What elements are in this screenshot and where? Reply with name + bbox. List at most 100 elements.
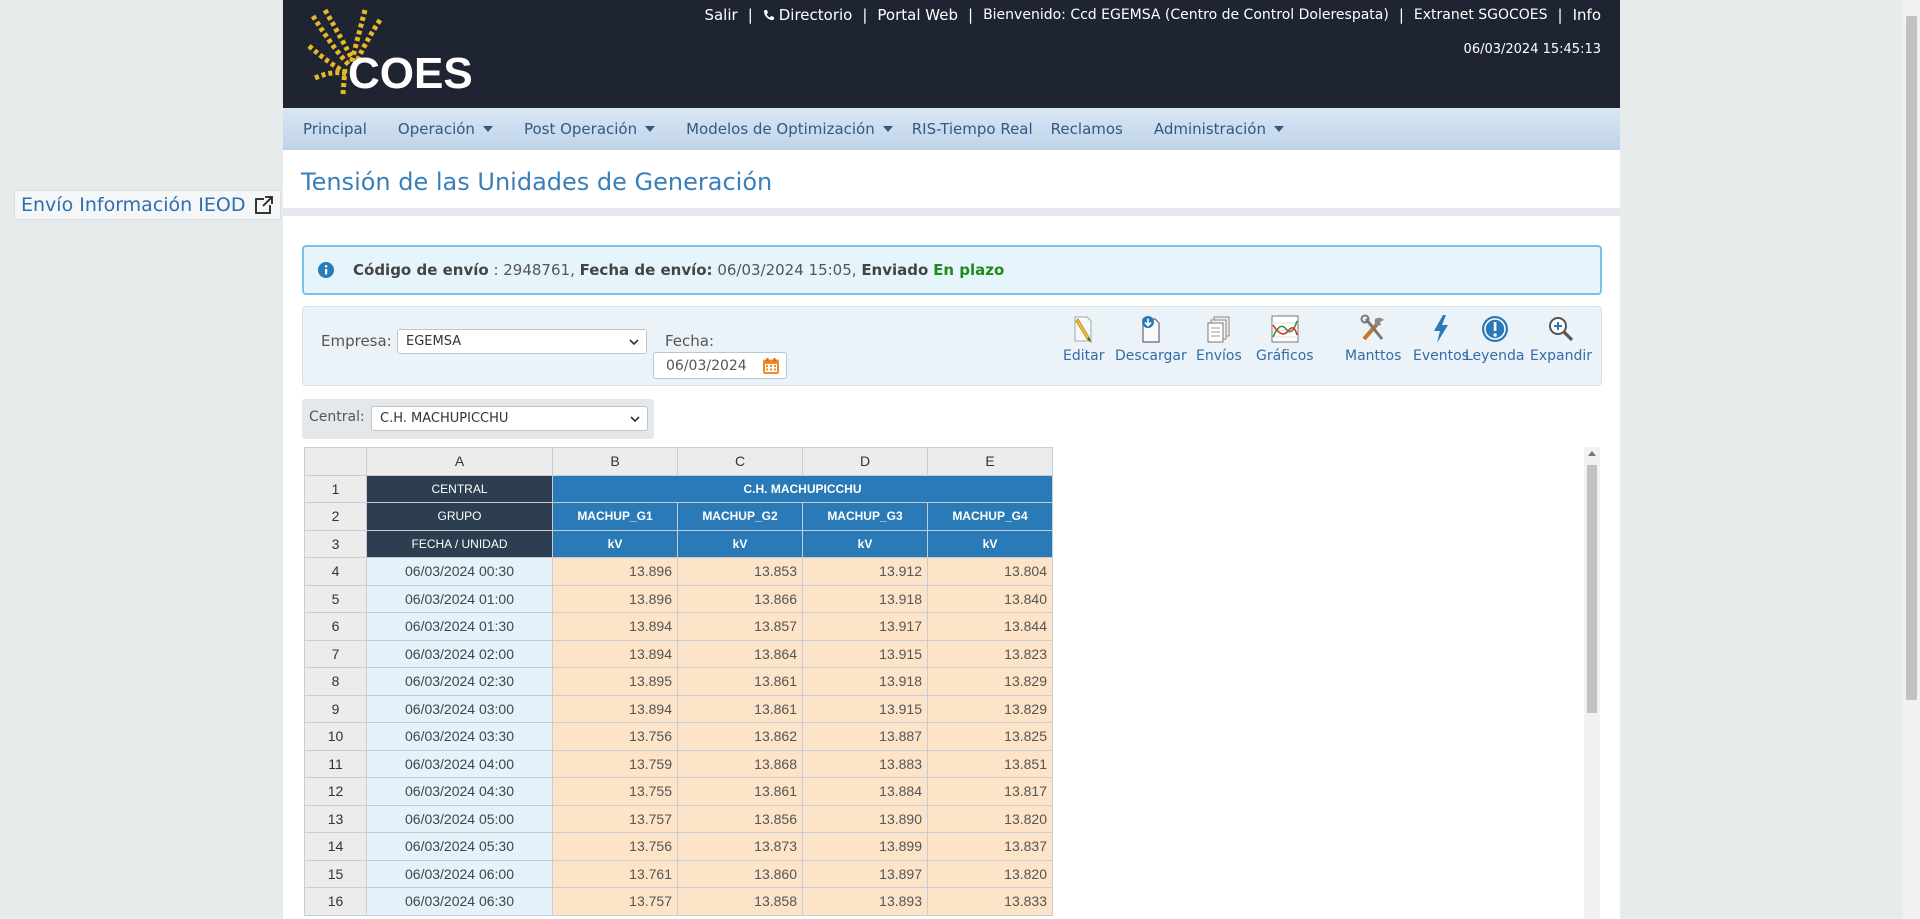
cell-date[interactable]: 06/03/2024 00:30	[366, 557, 553, 586]
cell-value[interactable]: 13.804	[927, 557, 1053, 586]
cell-unit[interactable]: kV	[677, 529, 803, 558]
cell-value[interactable]: 13.915	[802, 639, 928, 668]
column-header[interactable]: E	[927, 447, 1053, 476]
row-number[interactable]: 7	[304, 639, 367, 668]
menu-post-operacion[interactable]: Post Operación	[504, 120, 666, 138]
envios-button[interactable]: Envíos	[1196, 313, 1242, 364]
column-header[interactable]: C	[677, 447, 803, 476]
cell-value[interactable]: 13.829	[927, 667, 1053, 696]
directorio-link[interactable]: Directorio	[763, 6, 852, 24]
cell-value[interactable]: 13.759	[552, 749, 678, 778]
cell-value[interactable]: 13.887	[802, 722, 928, 751]
column-header[interactable]: A	[366, 447, 553, 476]
cell-value[interactable]: 13.837	[927, 832, 1053, 861]
corner-cell[interactable]	[304, 447, 367, 476]
row-number[interactable]: 4	[304, 557, 367, 586]
cell-value[interactable]: 13.873	[677, 832, 803, 861]
cell-value[interactable]: 13.862	[677, 722, 803, 751]
coes-logo[interactable]: COES	[305, 6, 485, 102]
cell-value[interactable]: 13.861	[677, 777, 803, 806]
row-number[interactable]: 3	[304, 529, 367, 558]
cell-value[interactable]: 13.868	[677, 749, 803, 778]
row-number[interactable]: 12	[304, 777, 367, 806]
cell-value[interactable]: 13.866	[677, 584, 803, 613]
cell-value[interactable]: 13.820	[927, 804, 1053, 833]
cell-value[interactable]: 13.917	[802, 612, 928, 641]
cell-date[interactable]: 06/03/2024 02:30	[366, 667, 553, 696]
cell-grupo[interactable]: MACHUP_G3	[802, 502, 928, 531]
cell-value[interactable]: 13.833	[927, 887, 1053, 916]
cell-value[interactable]: 13.893	[802, 887, 928, 916]
cell-value[interactable]: 13.757	[552, 887, 678, 916]
descargar-button[interactable]: Descargar	[1115, 313, 1187, 364]
cell-value[interactable]: 13.857	[677, 612, 803, 641]
cell-value[interactable]: 13.856	[677, 804, 803, 833]
cell-unit[interactable]: kV	[802, 529, 928, 558]
cell-value[interactable]: 13.756	[552, 722, 678, 751]
cell-value[interactable]: 13.896	[552, 584, 678, 613]
cell-value[interactable]: 13.894	[552, 694, 678, 723]
menu-principal[interactable]: Principal	[283, 120, 378, 138]
menu-modelos-optimizacion[interactable]: Modelos de Optimización	[666, 120, 904, 138]
salir-link[interactable]: Salir	[704, 6, 737, 24]
cell-value[interactable]: 13.894	[552, 639, 678, 668]
cell-value[interactable]: 13.757	[552, 804, 678, 833]
cell-grupo[interactable]: MACHUP_G4	[927, 502, 1053, 531]
page-scrollbar[interactable]	[1903, 0, 1920, 919]
cell-date[interactable]: 06/03/2024 05:30	[366, 832, 553, 861]
cell-date[interactable]: 06/03/2024 01:00	[366, 584, 553, 613]
calendar-icon[interactable]	[762, 357, 780, 375]
row-number[interactable]: 9	[304, 694, 367, 723]
cell-date[interactable]: 06/03/2024 03:30	[366, 722, 553, 751]
row-number[interactable]: 6	[304, 612, 367, 641]
row-number[interactable]: 1	[304, 474, 367, 503]
eventos-button[interactable]: Eventos	[1413, 313, 1469, 364]
cell-value[interactable]: 13.840	[927, 584, 1053, 613]
leyenda-button[interactable]: Leyenda	[1465, 313, 1524, 364]
cell-value[interactable]: 13.825	[927, 722, 1053, 751]
cell-value[interactable]: 13.884	[802, 777, 928, 806]
cell-date[interactable]: 06/03/2024 03:00	[366, 694, 553, 723]
grid-scrollbar-thumb[interactable]	[1587, 465, 1597, 713]
fecha-input[interactable]: 06/03/2024	[653, 352, 787, 379]
cell-value[interactable]: 13.883	[802, 749, 928, 778]
cell-date[interactable]: 06/03/2024 01:30	[366, 612, 553, 641]
column-header[interactable]: D	[802, 447, 928, 476]
cell-value[interactable]: 13.918	[802, 584, 928, 613]
cell-date[interactable]: 06/03/2024 05:00	[366, 804, 553, 833]
cell-value[interactable]: 13.756	[552, 832, 678, 861]
manttos-button[interactable]: Manttos	[1345, 313, 1401, 364]
cell-unit[interactable]: kV	[927, 529, 1053, 558]
row-number[interactable]: 13	[304, 804, 367, 833]
row-number[interactable]: 16	[304, 887, 367, 916]
cell-grupo-label[interactable]: GRUPO	[366, 502, 553, 531]
cell-date[interactable]: 06/03/2024 06:00	[366, 859, 553, 888]
cell-value[interactable]: 13.829	[927, 694, 1053, 723]
row-number[interactable]: 15	[304, 859, 367, 888]
central-select[interactable]: C.H. MACHUPICCHU	[371, 406, 648, 431]
cell-date[interactable]: 06/03/2024 02:00	[366, 639, 553, 668]
menu-ris-tiempo-real[interactable]: RIS-Tiempo Real	[904, 120, 1044, 138]
cell-value[interactable]: 13.844	[927, 612, 1053, 641]
cell-value[interactable]: 13.895	[552, 667, 678, 696]
column-header[interactable]: B	[552, 447, 678, 476]
cell-date[interactable]: 06/03/2024 04:00	[366, 749, 553, 778]
cell-date[interactable]: 06/03/2024 06:30	[366, 887, 553, 916]
row-number[interactable]: 10	[304, 722, 367, 751]
cell-value[interactable]: 13.897	[802, 859, 928, 888]
cell-grupo[interactable]: MACHUP_G1	[552, 502, 678, 531]
graficos-button[interactable]: Gráficos	[1256, 313, 1314, 364]
cell-value[interactable]: 13.899	[802, 832, 928, 861]
scroll-up-arrow-icon[interactable]	[1588, 451, 1596, 456]
row-number[interactable]: 14	[304, 832, 367, 861]
cell-central-name[interactable]: C.H. MACHUPICCHU	[552, 474, 1053, 503]
row-number[interactable]: 2	[304, 502, 367, 531]
cell-value[interactable]: 13.918	[802, 667, 928, 696]
editar-button[interactable]: Editar	[1063, 313, 1104, 364]
menu-administracion[interactable]: Administración	[1134, 120, 1295, 138]
cell-value[interactable]: 13.915	[802, 694, 928, 723]
cell-value[interactable]: 13.860	[677, 859, 803, 888]
info-link[interactable]: Info	[1573, 6, 1601, 24]
cell-value[interactable]: 13.755	[552, 777, 678, 806]
cell-value[interactable]: 13.912	[802, 557, 928, 586]
